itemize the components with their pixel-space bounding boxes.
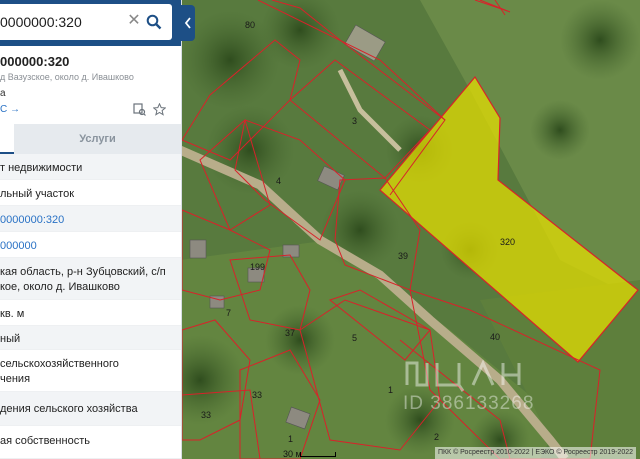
list-item: ный [0,326,181,350]
watermark-logo [405,359,521,392]
panel-tabs: Услуги [0,124,181,154]
row-value: ный [0,333,21,345]
row-value: льный участок [0,188,75,200]
list-item: ая собственность [0,426,181,459]
close-icon[interactable]: ✕ [127,13,141,29]
info-panel: ✕ 000000:320 д Вазузское, около д. Ивашк… [0,0,182,459]
cadastral-number-link[interactable]: 0000000:320 [0,213,64,227]
search-box: ✕ [0,4,172,40]
list-item: т недвижимости [0,154,181,180]
row-value: сельскохозяйственного [0,358,119,370]
map-scale-bar [300,452,336,457]
list-item: дения сельского хозяйства [0,392,181,426]
list-item: льный участок [0,180,181,206]
map-scale-label: 30 м [283,449,302,459]
parcel-label: 40 [490,332,500,342]
parcel-label: 37 [285,328,295,338]
watermark-id: ID 386133268 [403,393,535,414]
address-subtitle: д Вазузское, около д. Ивашково [0,72,134,82]
search-bar: ✕ [0,0,181,46]
list-item: кая область, р-н Зубцовский, с/п кое, ок… [0,258,181,300]
parcel-label: 4 [276,176,281,186]
list-item: кв. м [0,300,181,326]
map-attribution: ПКК © Росреестр 2010-2022 | ЕЭКО © Росре… [434,447,636,459]
parcel-label: 2 [434,432,439,442]
parcel-label: 39 [398,251,408,261]
parcel-label: 7 [226,308,231,318]
parcel-label: 33 [252,390,262,400]
row-value: кв. м [0,308,25,320]
list-item: 000000 [0,232,181,258]
parcel-label: 1 [388,385,393,395]
parcel-label: 33 [201,410,211,420]
list-item: 0000000:320 [0,206,181,232]
star-icon[interactable] [153,103,166,116]
chevron-left-icon [184,17,191,29]
parcel-label: 3 [352,116,357,126]
quarter-link[interactable]: 000000 [0,239,37,253]
parcel-label: 1 [288,434,293,444]
parcel-label: 80 [245,20,255,30]
parcel-label: 320 [500,237,515,247]
row-value: чения [0,373,31,385]
parcel-label: 199 [250,262,265,272]
search-icon[interactable] [146,14,162,30]
row-value: ая собственность [0,435,90,447]
cadastral-number-title: 000000:320 [0,54,70,69]
details-link[interactable]: С → [0,104,20,115]
row-value: т недвижимости [0,162,83,174]
search-input[interactable] [0,4,120,40]
tab-info[interactable] [0,124,14,154]
parcel-label: 5 [352,333,357,343]
row-value: дения сельского хозяйства [0,403,138,415]
status-text: а [0,88,6,99]
collapse-panel-button[interactable] [181,5,195,41]
row-value: кая область, р-н Зубцовский, с/п [0,266,166,278]
row-value: кое, около д. Ивашково [0,281,120,293]
list-item: сельскохозяйственного чения [0,350,181,392]
copy-link-icon[interactable] [133,103,146,116]
tab-services[interactable]: Услуги [14,124,181,154]
